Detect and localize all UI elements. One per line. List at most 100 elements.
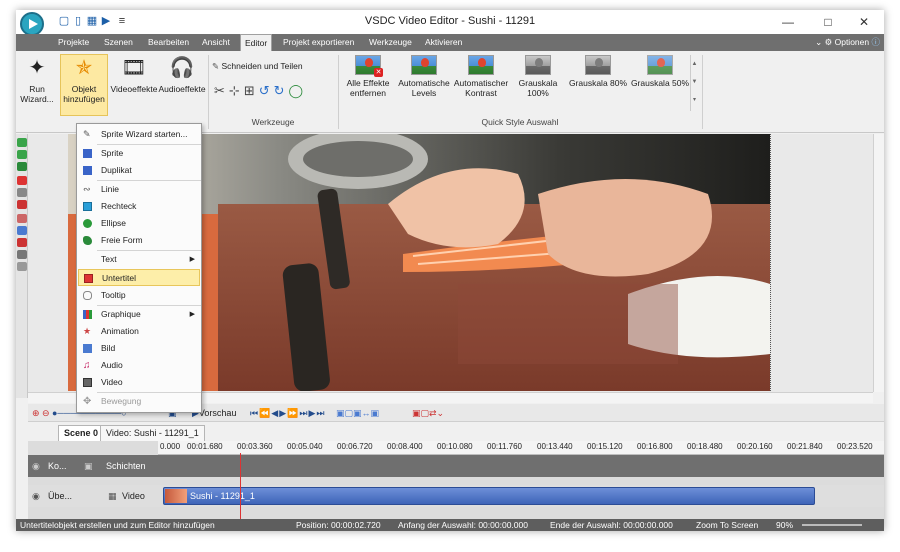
audio-effects-button[interactable]: 🎧 Audioeffekte [158,55,206,115]
menu-item-subtitle[interactable]: Untertitel [78,269,200,286]
time-ruler[interactable]: 0.000 00:01.680 00:03.360 00:05.040 00:0… [158,441,884,455]
video-effects-button[interactable]: 🎞 Videoeffekte [110,55,158,115]
text-icon [83,255,92,264]
image-tool-icon[interactable] [17,226,27,235]
menu-item-rectangle[interactable]: Rechteck [78,198,200,215]
minimize-button[interactable]: — [768,10,808,34]
playhead[interactable] [240,453,241,519]
balloon-icon [411,55,437,75]
menu-item-animation[interactable]: ★ Animation [78,323,200,340]
info-icon[interactable]: ⓘ [871,37,880,47]
close-button[interactable]: ✕ [844,10,884,34]
zoom-out-icon[interactable]: ⊖ [42,407,50,419]
menu-item-video[interactable]: Video [78,374,200,391]
menu-item-free-form[interactable]: Freie Form [78,232,200,249]
shape-tool-icon[interactable] [17,150,27,159]
menu-ansicht[interactable]: Ansicht [202,34,230,51]
video-icon [83,378,92,387]
crop-icon[interactable]: ⊞ [244,83,259,98]
text-tool-icon[interactable] [17,188,27,197]
maximize-button[interactable]: □ [808,10,848,34]
tooltip-icon [83,291,92,300]
gear-icon: ⚙ [824,37,833,47]
rectangle-icon [83,202,92,211]
marker-tools[interactable]: ▣▢▣↔▣ [336,407,379,419]
video-tool-icon[interactable] [17,250,27,259]
zoom-in-icon[interactable]: ⊕ [32,407,40,419]
quick-style-grayscale-50[interactable]: Grauskala 50% [628,55,692,88]
quick-style-label: Alle Effekte entfernen [346,78,390,98]
balloon-icon [468,55,494,75]
edit-tools[interactable]: ▣▢⇄⌄ [412,407,444,419]
menu-item-line[interactable]: ∾ Linie [78,181,200,198]
eye-icon[interactable]: ◉ [32,485,40,507]
rotate-right-icon[interactable]: ↻ [274,83,289,98]
quick-style-grayscale-80[interactable]: Grauskala 80% [566,55,630,88]
vertical-scrollbar[interactable] [873,134,884,392]
add-object-button[interactable]: ✯ Objekt hinzufügen [60,54,108,116]
zoom-to-screen-button[interactable]: Zoom To Screen [696,519,758,531]
headphones-icon: 🎧 [169,57,195,79]
layers-label: Schichten [106,461,146,471]
chart-tool-icon[interactable] [17,200,27,209]
audio-tool-icon[interactable] [17,238,27,247]
menu-bearbeiten[interactable]: Bearbeiten [148,34,189,51]
animation-tool-icon[interactable] [17,214,27,223]
app-window: ▢ ▯ ▦ ▶ ≡ VSDC Video Editor - Sushi - 11… [16,10,884,531]
rotate-left-icon[interactable]: ↺ [259,83,274,98]
menu-item-duplicate[interactable]: Duplikat [78,162,200,179]
quick-style-grayscale-100[interactable]: Grauskala 100% [510,55,566,98]
ellipse-icon [83,219,92,228]
menu-item-label: Sprite Wizard starten... [101,129,188,139]
tab-video-sushi[interactable]: Video: Sushi - 11291_1 [100,425,205,441]
motion-tool-icon[interactable] [17,262,27,271]
menu-projekt-exportieren[interactable]: Projekt exportieren [283,34,354,51]
menu-item-label: Linie [101,184,119,194]
lock-icon[interactable]: ▣ [84,455,93,477]
menu-item-sprite-wizard[interactable]: ✎ Sprite Wizard starten... [78,126,200,143]
menu-bar: Projekte Szenen Bearbeiten Ansicht Edito… [16,34,884,51]
quick-style-remove-effects[interactable]: ✕ Alle Effekte entfernen [340,55,396,98]
scissors-icon[interactable]: ✂ [214,83,229,98]
layers-track-header[interactable]: ◉ Ko... ▣ Schichten [28,455,158,477]
animation-icon: ★ [83,326,92,336]
duplicate-icon [83,166,92,175]
trim-icon[interactable]: ⊹ [229,83,244,98]
menu-aktivieren[interactable]: Aktivieren [425,34,462,51]
menu-item-audio[interactable]: ♫ Audio [78,357,200,374]
eye-icon[interactable]: ◉ [32,455,40,477]
options-area[interactable]: ⌄ ⚙ Optionen ⓘ [815,34,880,51]
layers-lane[interactable] [158,455,884,477]
menu-item-image[interactable]: Bild [78,340,200,357]
menu-item-graphic[interactable]: Graphique ▶ [78,306,200,323]
sprite-tool-icon[interactable] [17,138,27,147]
video-track-header[interactable]: ◉ Übe... ▦ Video [28,485,158,507]
playback-controls[interactable]: ⏮⏪◀▶⏩⏭▶⏭ [250,407,325,419]
quick-style-auto-contrast[interactable]: Automatischer Kontrast [453,55,509,98]
frame-boundary [770,134,771,391]
menu-item-tooltip[interactable]: Tooltip [78,287,200,304]
menu-werkzeuge[interactable]: Werkzeuge [369,34,412,51]
menu-item-text[interactable]: Text ▶ [78,251,200,268]
menu-projekte[interactable]: Projekte [58,34,89,51]
menu-editor[interactable]: Editor [240,34,273,51]
film-icon: 🎞 [121,57,147,79]
menu-szenen[interactable]: Szenen [104,34,133,51]
ribbon-separator [702,55,703,129]
free-form-tool-icon[interactable] [17,162,27,171]
zoom-slider[interactable] [802,524,862,526]
time-tick: 0.000 [160,442,181,451]
subtitle-tool-icon[interactable] [17,176,27,185]
menu-item-ellipse[interactable]: Ellipse [78,215,200,232]
time-tick: 00:20.160 [737,442,773,451]
tab-scene-0[interactable]: Scene 0 [58,425,105,441]
menu-item-sprite[interactable]: Sprite [78,145,200,162]
collapse-ribbon-icon[interactable]: ⌄ [815,37,822,47]
speed-icon[interactable]: ◯ [289,83,308,98]
run-wizard-button[interactable]: ✦ Run Wizard... [18,55,56,115]
quick-style-scroll[interactable]: ▲ ▼ ▾ [690,55,698,111]
quick-style-auto-levels[interactable]: Automatische Levels [396,55,452,98]
video-clip[interactable]: Sushi - 11291_1 [163,487,815,505]
cut-split-button[interactable]: ✎ Schneiden und Teilen [212,61,318,75]
video-lane[interactable]: Sushi - 11291_1 [158,485,884,507]
